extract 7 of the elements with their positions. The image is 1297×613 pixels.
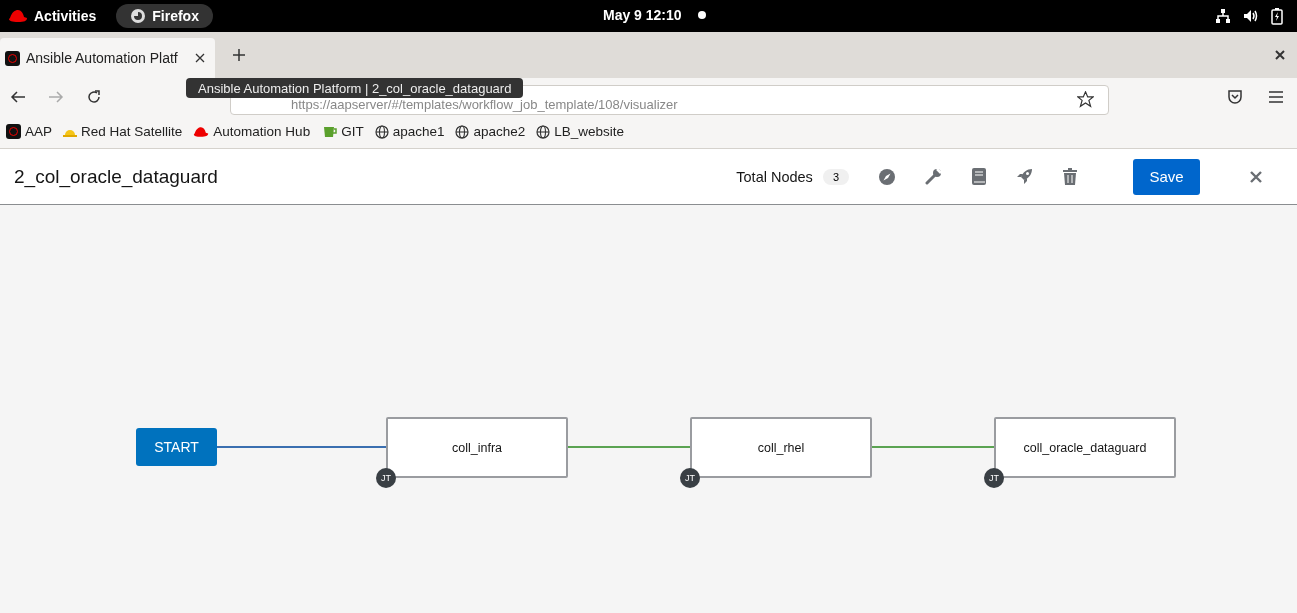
node-type-badge: JT	[376, 468, 396, 488]
total-nodes-label: Total Nodes	[736, 168, 813, 185]
node-type-badge: JT	[680, 468, 700, 488]
node-type-badge: JT	[984, 468, 1004, 488]
node-count-badge: 3	[822, 168, 849, 185]
workflow-title: 2_col_oracle_dataguard	[14, 165, 218, 188]
tab-tooltip: Ansible Automation Platform | 2_col_oracle_dataguard	[186, 78, 524, 98]
